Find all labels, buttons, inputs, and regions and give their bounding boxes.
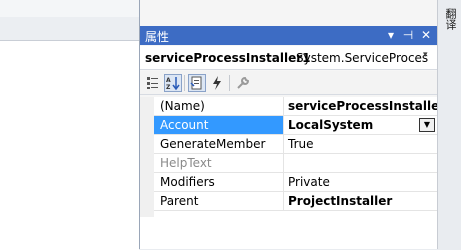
property-value[interactable]: Private (284, 173, 437, 191)
property-row-modifiers[interactable]: Modifiers Private (154, 173, 437, 192)
alphabetical-icon[interactable]: A Z (164, 74, 182, 92)
editor-tab-strip (0, 0, 139, 17)
property-name: (Name) (154, 97, 284, 115)
properties-window: 属性 ▾ ⊣ ✕ serviceProcessInstaller1 System… (139, 0, 437, 249)
designer-surface[interactable] (0, 40, 139, 250)
auto-hide-pin-icon[interactable]: ⊣ (400, 27, 416, 43)
events-icon[interactable] (208, 74, 226, 92)
properties-title: 属性 (145, 30, 170, 44)
property-row-account[interactable]: Account LocalSystem ▼ (154, 116, 437, 135)
svg-text:A: A (166, 77, 171, 84)
property-name: Account (154, 116, 284, 134)
properties-toolbar: A Z (140, 71, 437, 95)
property-grid: (Name) serviceProcessInstaller1 Account … (140, 97, 437, 249)
toolbar-separator (184, 75, 185, 91)
window-position-dropdown-icon[interactable]: ▾ (383, 27, 399, 43)
dropdown-arrow-icon[interactable]: ▼ (419, 118, 435, 132)
property-pages-icon[interactable] (234, 74, 252, 92)
toolbar-separator (229, 75, 230, 91)
close-icon[interactable]: ✕ (418, 27, 434, 43)
side-tab-strip: 翻译 (437, 0, 461, 249)
property-value[interactable]: ProjectInstaller (284, 192, 437, 210)
grid-gutter (140, 97, 154, 217)
categorized-icon[interactable] (144, 74, 162, 92)
selected-object-name: serviceProcessInstaller1 (145, 51, 311, 65)
svg-text:Z: Z (166, 84, 171, 91)
translate-tab[interactable]: 翻译 (440, 8, 458, 30)
property-row-helptext[interactable]: HelpText (154, 154, 437, 173)
properties-icon[interactable] (188, 74, 206, 92)
property-value[interactable]: LocalSystem (284, 116, 437, 134)
chevron-down-icon[interactable]: ▾ (423, 50, 428, 60)
property-name: Parent (154, 192, 284, 210)
property-value[interactable]: serviceProcessInstaller1 (284, 97, 437, 115)
property-value[interactable]: True (284, 135, 437, 153)
object-selector[interactable]: serviceProcessInstaller1 System.ServiceP… (140, 46, 437, 70)
property-row-generatemember[interactable]: GenerateMember True (154, 135, 437, 154)
property-name: GenerateMember (154, 135, 284, 153)
property-name: HelpText (154, 154, 284, 172)
property-row-parent[interactable]: Parent ProjectInstaller (154, 192, 437, 211)
properties-titlebar[interactable]: 属性 ▾ ⊣ ✕ (140, 26, 437, 45)
property-name: Modifiers (154, 173, 284, 191)
property-value[interactable] (284, 154, 437, 172)
selected-object-type: System.ServiceProces (296, 51, 429, 65)
property-row-name[interactable]: (Name) serviceProcessInstaller1 (154, 97, 437, 116)
